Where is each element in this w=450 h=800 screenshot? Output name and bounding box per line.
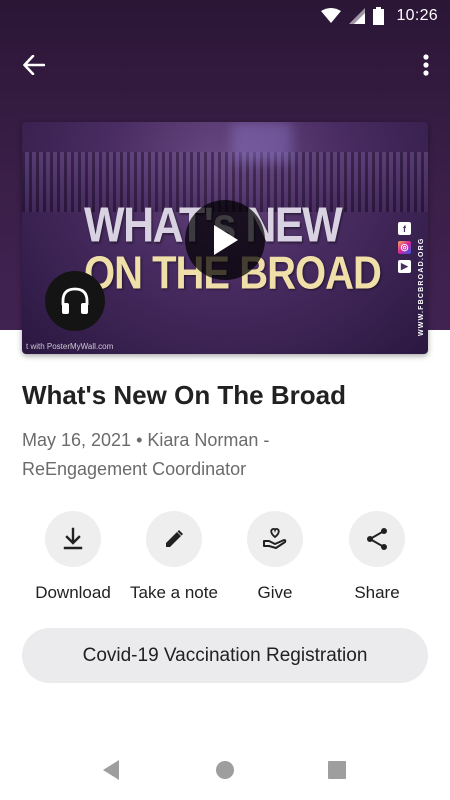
instagram-icon: ◎: [398, 241, 411, 254]
give-label: Give: [257, 583, 293, 602]
audio-mode-button[interactable]: [45, 271, 105, 331]
share-icon: [367, 528, 387, 550]
stage-glow: [232, 122, 292, 162]
youtube-icon: ▶: [398, 260, 411, 273]
share-circle: [349, 511, 405, 567]
play-icon: [214, 225, 238, 255]
thumbnail-url: WWW.FBCBROAD.ORG: [418, 237, 425, 336]
download-icon: [63, 527, 83, 550]
app-bar: [0, 40, 450, 90]
arrow-back-icon: [23, 55, 45, 75]
nav-back-icon: [103, 760, 119, 780]
episode-meta: May 16, 2021 • Kiara Norman - ReEngageme…: [22, 426, 422, 484]
share-button[interactable]: Share: [327, 511, 427, 603]
nav-back-button[interactable]: [96, 758, 126, 782]
play-button[interactable]: [185, 200, 265, 280]
nav-home-button[interactable]: [210, 758, 240, 782]
nav-recents-icon: [328, 761, 346, 779]
share-label: Share: [354, 583, 400, 602]
pencil-icon: [166, 530, 183, 547]
download-label: Download: [35, 583, 111, 602]
episode-meta-line1: May 16, 2021 • Kiara Norman -: [22, 430, 270, 450]
thumbnail-watermark: t with PosterMyWall.com: [26, 342, 114, 351]
download-button[interactable]: Download: [23, 511, 123, 603]
more-vert-icon: [423, 54, 429, 76]
give-button[interactable]: Give: [225, 511, 325, 603]
nav-home-icon: [216, 761, 234, 779]
back-button[interactable]: [16, 49, 52, 81]
facebook-icon: f: [398, 222, 411, 235]
nav-recents-button[interactable]: [322, 758, 352, 782]
headphones-icon: [61, 287, 89, 314]
status-bar: 10:26: [0, 0, 450, 32]
give-circle: [247, 511, 303, 567]
take-note-label: Take a note: [130, 583, 218, 602]
cell-signal-icon: [349, 8, 366, 24]
social-icons: f ◎ ▶: [398, 222, 411, 273]
wifi-icon: [321, 8, 342, 23]
battery-icon: [373, 7, 385, 25]
give-hand-heart-icon: [263, 528, 287, 549]
download-circle: [45, 511, 101, 567]
take-note-button[interactable]: Take a note: [124, 511, 224, 603]
action-row: Download Take a note Give Share: [0, 511, 450, 606]
more-options-button[interactable]: [414, 49, 438, 81]
status-time: 10:26: [396, 7, 438, 24]
episode-title: What's New On The Broad: [22, 380, 346, 410]
take-note-circle: [146, 511, 202, 567]
covid-vaccination-registration-button[interactable]: Covid-19 Vaccination Registration: [22, 628, 428, 683]
episode-meta-line2: ReEngagement Coordinator: [22, 459, 247, 479]
system-nav-bar: [0, 740, 450, 800]
